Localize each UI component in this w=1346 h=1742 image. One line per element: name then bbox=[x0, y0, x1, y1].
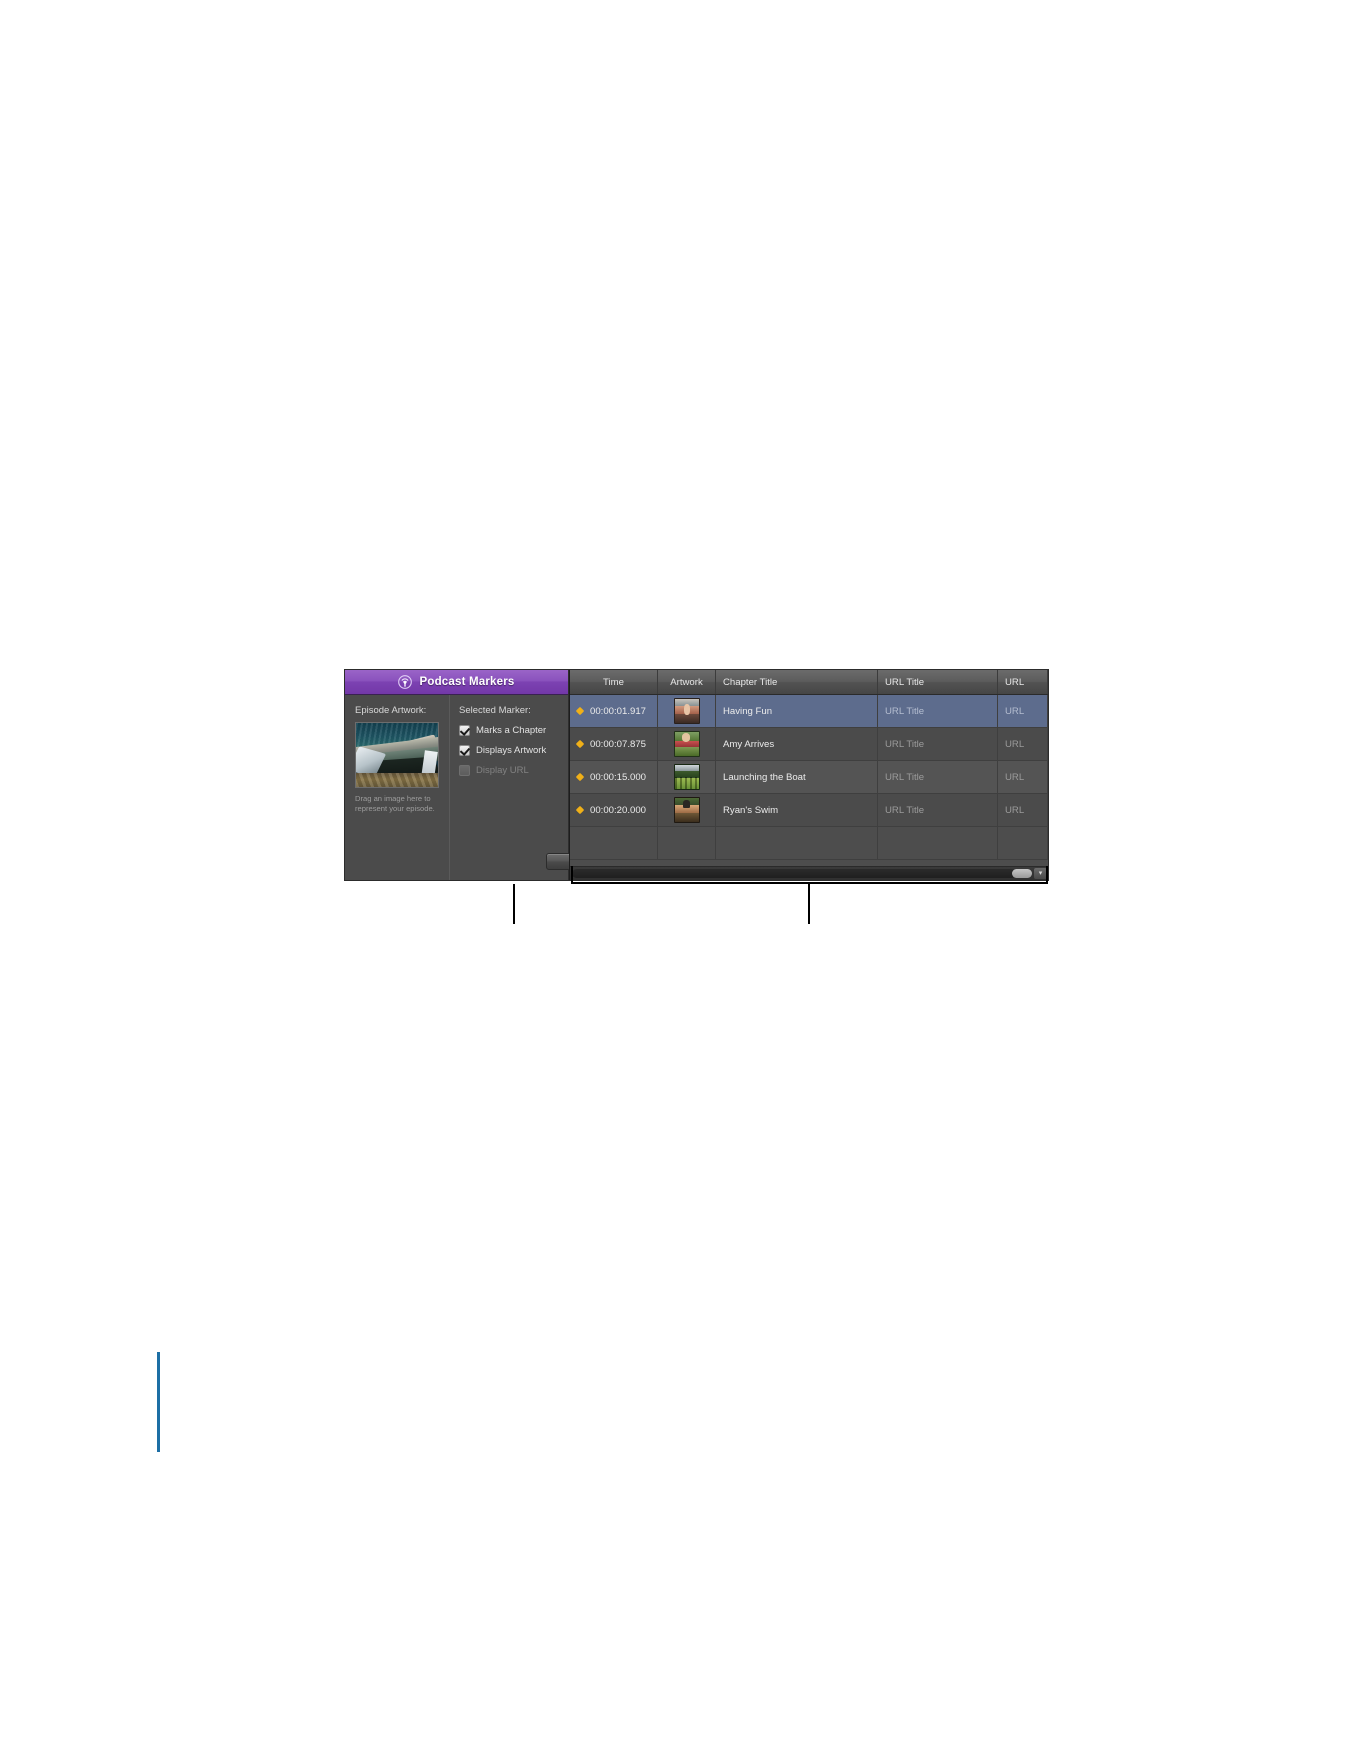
column-header-chapter-title[interactable]: Chapter Title bbox=[716, 670, 878, 694]
markers-table-body: 00:00:01.917 Having Fun URL Title URL 00… bbox=[570, 695, 1048, 866]
column-header-time[interactable]: Time bbox=[570, 670, 658, 694]
displays-artwork-label: Displays Artwork bbox=[476, 745, 547, 756]
cell-url[interactable]: URL bbox=[998, 761, 1048, 793]
inspector-titlebar: Podcast Markers bbox=[345, 670, 568, 695]
marker-diamond-icon bbox=[575, 772, 585, 782]
checkbox-row-displays-artwork[interactable]: Displays Artwork bbox=[459, 745, 560, 756]
callout-line-add-marker bbox=[513, 884, 515, 924]
podcast-icon bbox=[398, 675, 413, 689]
selected-marker-label: Selected Marker: bbox=[459, 705, 531, 716]
cell-time-text: 00:00:01.917 bbox=[590, 705, 647, 717]
cell-url-title bbox=[878, 827, 998, 859]
cell-time-text: 00:00:20.000 bbox=[590, 804, 647, 816]
cell-chapter-title bbox=[716, 827, 878, 859]
cell-chapter-title[interactable]: Ryan's Swim bbox=[716, 794, 878, 826]
checkbox-row-display-url: Display URL bbox=[459, 765, 560, 776]
marker-diamond-icon bbox=[575, 805, 585, 815]
column-header-artwork[interactable]: Artwork bbox=[658, 670, 716, 694]
cell-time-text: 00:00:07.875 bbox=[590, 738, 647, 750]
cell-chapter-title[interactable]: Amy Arrives bbox=[716, 728, 878, 760]
cell-url[interactable]: URL bbox=[998, 695, 1048, 727]
page-margin-rule bbox=[157, 1352, 160, 1452]
cell-artwork[interactable] bbox=[658, 695, 716, 727]
cell-url-title[interactable]: URL Title bbox=[878, 728, 998, 760]
displays-artwork-checkbox[interactable] bbox=[459, 745, 470, 756]
selected-marker-section: Selected Marker: Marks a Chapter Display… bbox=[449, 695, 656, 880]
marker-thumbnail bbox=[673, 764, 700, 790]
cell-url[interactable]: URL bbox=[998, 728, 1048, 760]
table-row[interactable]: 00:00:01.917 Having Fun URL Title URL bbox=[570, 695, 1048, 728]
scrollbar-thumb[interactable] bbox=[572, 869, 1016, 878]
marker-thumbnail bbox=[673, 731, 700, 757]
markers-table-header: Time Artwork Chapter Title URL Title URL bbox=[570, 670, 1048, 695]
cell-time[interactable]: 00:00:07.875 bbox=[570, 728, 658, 760]
column-header-url[interactable]: URL bbox=[998, 670, 1048, 694]
episode-artwork-dropzone[interactable] bbox=[355, 722, 439, 788]
inspector-title: Podcast Markers bbox=[419, 676, 515, 688]
inspector-body: Episode Artwork: Drag an image here to r… bbox=[345, 695, 656, 880]
markers-table-pane: Time Artwork Chapter Title URL Title URL… bbox=[569, 670, 1048, 880]
cell-artwork[interactable] bbox=[658, 728, 716, 760]
table-row[interactable]: 00:00:07.875 Amy Arrives URL Title URL bbox=[570, 728, 1048, 761]
episode-artwork-section: Episode Artwork: Drag an image here to r… bbox=[345, 705, 449, 880]
marker-thumbnail bbox=[673, 797, 700, 823]
display-url-checkbox bbox=[459, 765, 470, 776]
cell-artwork[interactable] bbox=[658, 761, 716, 793]
marks-a-chapter-label: Marks a Chapter bbox=[476, 725, 547, 736]
cell-artwork[interactable] bbox=[658, 794, 716, 826]
table-row[interactable]: 00:00:15.000 Launching the Boat URL Titl… bbox=[570, 761, 1048, 794]
cell-url-title[interactable]: URL Title bbox=[878, 761, 998, 793]
marks-a-chapter-checkbox[interactable] bbox=[459, 725, 470, 736]
episode-artwork-label: Episode Artwork: bbox=[355, 705, 427, 716]
cell-chapter-title[interactable]: Having Fun bbox=[716, 695, 878, 727]
marker-thumbnail bbox=[673, 698, 700, 724]
cell-time bbox=[570, 827, 658, 859]
horizontal-scrollbar[interactable]: ▾ bbox=[570, 866, 1048, 880]
cell-time-text: 00:00:15.000 bbox=[590, 771, 647, 783]
column-header-url-title[interactable]: URL Title bbox=[878, 670, 998, 694]
marker-diamond-icon bbox=[575, 739, 585, 749]
cell-chapter-title[interactable]: Launching the Boat bbox=[716, 761, 878, 793]
marker-diamond-icon bbox=[575, 706, 585, 716]
checkbox-row-marks-a-chapter[interactable]: Marks a Chapter bbox=[459, 725, 560, 736]
cell-url-title[interactable]: URL Title bbox=[878, 695, 998, 727]
cell-time[interactable]: 00:00:15.000 bbox=[570, 761, 658, 793]
cell-time[interactable]: 00:00:20.000 bbox=[570, 794, 658, 826]
table-row[interactable]: 00:00:20.000 Ryan's Swim URL Title URL bbox=[570, 794, 1048, 827]
callout-line-table bbox=[808, 884, 810, 924]
table-row-empty[interactable] bbox=[570, 827, 1048, 860]
cell-url bbox=[998, 827, 1048, 859]
podcast-markers-inspector: Podcast Markers Episode Artwork: Drag an… bbox=[345, 670, 656, 880]
cell-artwork bbox=[658, 827, 716, 859]
episode-artwork-hint: Drag an image here to represent your epi… bbox=[355, 794, 435, 813]
podcast-markers-window: Podcast Markers Episode Artwork: Drag an… bbox=[344, 669, 1049, 881]
cell-url-title[interactable]: URL Title bbox=[878, 794, 998, 826]
cell-url[interactable]: URL bbox=[998, 794, 1048, 826]
cell-time[interactable]: 00:00:01.917 bbox=[570, 695, 658, 727]
artwork-shore bbox=[356, 772, 438, 787]
scrollbar-track-right[interactable] bbox=[1012, 869, 1032, 878]
display-url-label: Display URL bbox=[476, 765, 529, 776]
